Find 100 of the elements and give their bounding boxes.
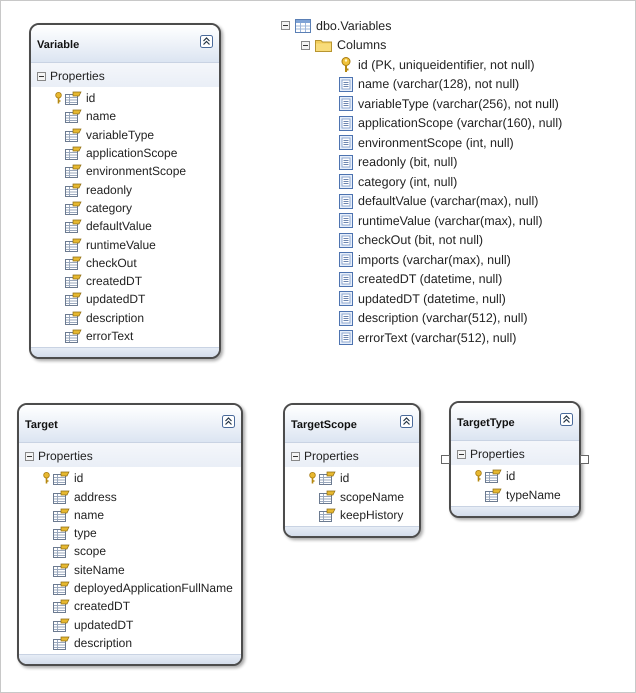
tree-item[interactable]: errorText (varchar(512), null) [358,330,516,345]
column-icon [339,96,353,112]
tree-item[interactable]: readonly (bit, null) [358,155,458,170]
tree-item[interactable]: runtimeValue (varchar(max), null) [358,214,543,228]
property-icon [53,508,70,522]
key-icon [340,56,352,73]
collapse-toggle-icon[interactable] [301,40,310,50]
property-icon [65,329,82,343]
property-icon [319,490,336,504]
column-icon [339,135,353,150]
column-icon [339,116,353,131]
column-icon [339,252,353,268]
property-icon [65,292,82,306]
tree-item[interactable]: id (PK, uniqueidentifier, not null) [358,58,534,72]
entity-card[interactable]: TargetType Properties id typeName [449,401,581,518]
property-name: updatedDT [86,292,146,306]
properties-section[interactable]: Properties [19,443,241,468]
property-name: environmentScope [86,164,186,178]
property-icon [65,274,82,288]
entity-card[interactable]: Target Properties id address name type scope siteName deployedApplicationFullName createdDT updatedDT description [17,403,243,666]
property-icon [65,310,82,325]
property-name: scopeName [340,490,404,504]
tree-item[interactable]: environmentScope (int, null) [358,136,514,150]
property-icon [53,581,70,596]
properties-section[interactable]: Properties [451,441,579,466]
property-icon [53,599,70,614]
property-icon [65,182,82,197]
collapse-icon[interactable] [222,415,235,428]
collapse-toggle-icon[interactable] [37,72,46,80]
property-icon [485,488,502,502]
property-icon [65,200,82,215]
collapse-icon[interactable] [560,413,573,426]
property-name: description [86,310,144,325]
property-name: id [74,471,84,486]
table-icon [295,18,311,33]
collapse-icon[interactable] [400,415,413,428]
column-icon [339,76,353,92]
properties-section[interactable]: Properties [31,63,219,87]
column-icon [339,310,353,326]
property-name: createdDT [74,599,130,614]
column-icon [339,194,353,209]
property-icon [319,508,336,522]
collapse-icon[interactable] [200,35,213,48]
property-name: defaultValue [86,219,152,234]
collapse-toggle-icon[interactable] [291,452,300,461]
property-name: siteName [74,562,125,577]
column-icon [339,232,353,248]
column-icon [339,174,353,190]
folder-icon [315,38,332,52]
tree-item[interactable]: updatedDT (datetime, null) [358,292,506,306]
entity-card[interactable]: Variable Properties id name variableType applicationScope environmentScope readonly category defaultValue runtimeValue checkOut createdDT updatedDT description errorText [29,23,221,360]
property-name: deployedApplicationFullName [74,581,233,596]
tree-item[interactable]: createdDT (datetime, null) [358,272,502,286]
entity-title: Variable [37,39,80,51]
column-icon [339,291,353,306]
property-name: updatedDT [74,618,134,632]
collapse-toggle-icon[interactable] [25,452,34,461]
property-name: id [506,469,516,484]
tree-item[interactable]: checkOut (bit, not null) [358,233,484,248]
property-icon [65,146,82,160]
collapse-toggle-icon[interactable] [457,450,466,459]
property-name: typeName [506,488,561,502]
properties-section[interactable]: Properties [285,443,419,468]
property-name: type [74,526,97,540]
tree-item[interactable]: name (varchar(128), not null) [358,77,520,92]
property-icon [65,91,82,106]
tree-item[interactable]: defaultValue (varchar(max), null) [358,194,538,208]
property-icon [65,128,82,142]
collapse-toggle-icon[interactable] [281,21,290,30]
property-icon [65,256,82,270]
property-icon [65,238,82,252]
property-name: runtimeValue [86,238,156,252]
column-icon [339,330,353,346]
property-name: id [340,471,350,486]
property-icon [53,526,70,540]
property-name: createdDT [86,274,142,288]
entity-card[interactable]: TargetScope Properties id scopeName keepHistory [283,403,421,538]
property-name: keepHistory [340,508,404,522]
entity-title: TargetType [457,417,515,430]
property-icon [485,469,502,484]
resize-handle[interactable] [580,455,589,464]
property-icon [65,219,82,234]
column-icon [339,154,353,170]
tree-item[interactable]: Columns [337,38,386,52]
property-icon [53,618,70,632]
property-name: id [86,91,96,106]
tree-item[interactable]: category (int, null) [358,174,458,189]
property-name: name [86,109,116,124]
property-name: errorText [86,329,134,343]
column-icon [339,272,353,287]
property-icon [53,544,70,558]
tree-item[interactable]: imports (varchar(max), null) [358,252,511,267]
section-label: Properties [470,447,525,462]
property-icon [65,109,82,124]
tree-item[interactable]: description (varchar(512), null) [358,311,528,326]
resize-handle[interactable] [441,455,450,464]
tree-item[interactable]: applicationScope (varchar(160), null) [358,116,562,130]
tree-item[interactable]: dbo.Variables [316,18,392,33]
section-label: Properties [38,449,93,464]
tree-item[interactable]: variableType (varchar(256), not null) [358,96,559,111]
